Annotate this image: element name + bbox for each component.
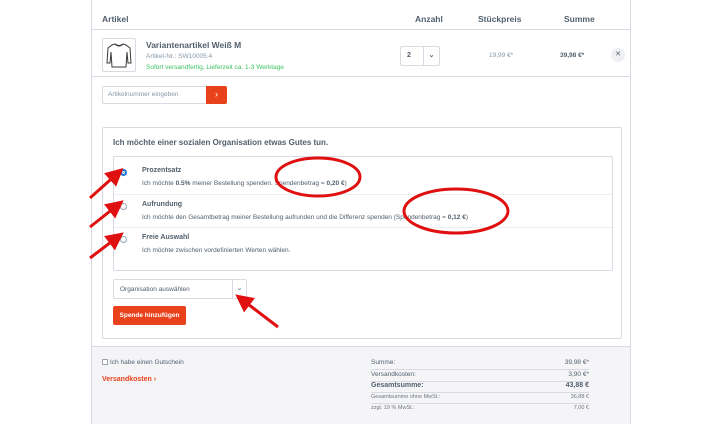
organisation-select[interactable]: Organisation auswählen ⌄ [113,279,247,299]
cart-frame: Artikel Anzahl Stückpreis Summe Variante… [91,0,631,424]
remove-item-button[interactable]: ✕ [611,48,625,62]
row-divider [92,76,630,77]
close-icon: ✕ [615,51,621,58]
radio-free-choice[interactable] [120,236,127,243]
option-title: Freie Auswahl [142,234,190,241]
donation-option-percentage[interactable]: Prozentsatz Ich möchte 0.5% meiner Beste… [114,161,612,194]
totals-value: 39,98 €* [564,359,589,366]
totals-divider [371,392,589,393]
option-title: Aufrundung [142,201,183,208]
product-image[interactable] [102,38,136,72]
option-description: Ich möchte zwischen vordefinierten Werte… [142,247,291,254]
totals-value: 36,88 € [570,394,589,400]
totals-label: Summe: [371,359,396,366]
option-title: Prozentsatz [142,167,182,174]
totals-label: Gesamtsumme: [371,382,424,389]
donation-panel: Ich möchte einer sozialen Organisation e… [102,127,622,339]
header-article: Artikel [102,14,129,24]
radio-percentage[interactable] [120,169,127,176]
article-number-submit-button[interactable]: › [206,86,227,104]
line-total: 39,98 €* [560,52,585,59]
voucher-label: Ich habe einen Gutschein [110,359,184,366]
product-sku: Artikel-Nr.: SW10005.4 [146,53,213,60]
header-quantity: Anzahl [415,14,443,24]
header-divider [92,29,630,30]
chevron-down-icon: ⌄ [423,47,439,65]
shirt-icon [106,43,132,68]
totals-value: 7,00 € [573,405,589,411]
totals-value: 3,90 €* [568,371,589,378]
cart-footer: Ich habe einen Gutschein Versandkosten ›… [92,346,630,424]
totals-label: Versandkosten: [371,371,416,378]
organisation-select-value: Organisation auswählen [120,286,190,293]
totals-value: 43,88 € [565,382,589,389]
chevron-down-icon: ⌄ [232,280,246,298]
article-number-input[interactable]: Artikelnummer eingeben [102,86,208,104]
quantity-select[interactable]: 2 ⌄ [400,46,440,66]
voucher-toggle[interactable]: Ich habe einen Gutschein [102,359,184,366]
quantity-value: 2 [407,52,411,59]
unit-price: 19,99 €* [489,52,514,59]
option-description: Ich möchte den Gesamtbetrag meiner Beste… [142,214,469,221]
product-name[interactable]: Variantenartikel Weiß M [146,40,241,50]
shipping-costs-link[interactable]: Versandkosten › [102,376,156,383]
header-total: Summe [564,14,595,24]
add-donation-button[interactable]: Spende hinzufügen [113,306,186,325]
totals-divider [371,403,589,404]
chevron-right-icon: › [215,89,218,99]
totals-label: Gesamtsumme ohne MwSt.: [371,394,441,400]
totals-label: zzgl. 19 % MwSt.: [371,405,415,411]
option-description: Ich möchte 0.5% meiner Bestellung spende… [142,180,347,187]
voucher-checkbox[interactable] [102,359,108,366]
donation-option-roundup[interactable]: Aufrundung Ich möchte den Gesamtbetrag m… [114,194,612,227]
radio-roundup[interactable] [120,203,127,210]
totals-divider [371,369,589,370]
header-unit-price: Stückpreis [478,14,522,24]
donation-options: Prozentsatz Ich möchte 0.5% meiner Beste… [113,156,613,271]
product-shipping-status: Sofort versandfertig, Lieferzeit ca. 1-3… [146,64,284,71]
article-number-placeholder: Artikelnummer eingeben [108,91,179,98]
donation-option-free-choice[interactable]: Freie Auswahl Ich möchte zwischen vordef… [114,227,612,260]
donation-title: Ich möchte einer sozialen Organisation e… [113,138,329,147]
